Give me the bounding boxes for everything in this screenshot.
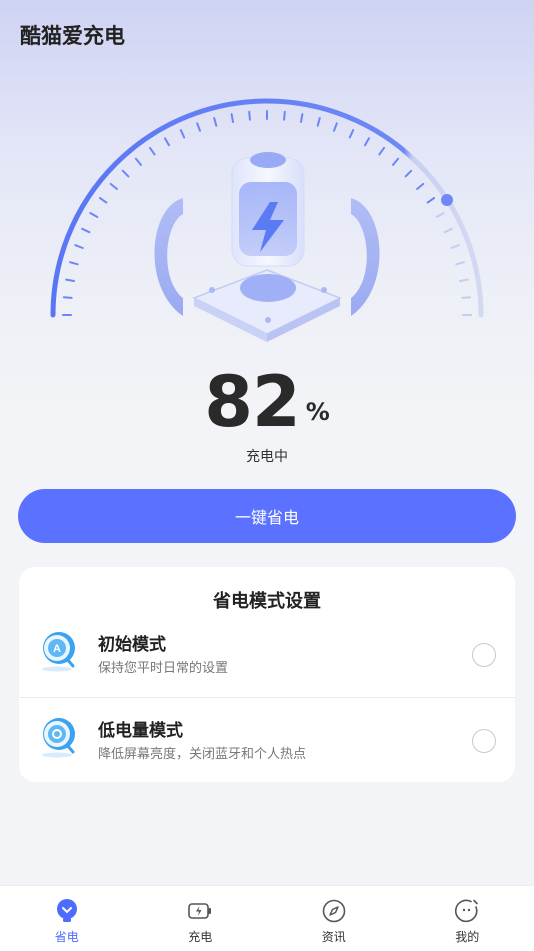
one-click-save-button[interactable]: 一键省电 [18, 489, 516, 543]
gauge-tick [121, 169, 130, 178]
gauge-tick [196, 122, 201, 132]
charging-status: 充电中 [246, 449, 288, 465]
bulb-icon [56, 899, 77, 922]
gauge-tick [149, 146, 156, 156]
battery-charge-icon [188, 903, 212, 919]
battery-gauge [50, 98, 484, 342]
gauge-tick [426, 197, 436, 204]
gauge-tick [98, 197, 108, 204]
gauge-tick [348, 129, 355, 139]
low-power-mode-icon [42, 718, 75, 758]
gauge-tick [333, 122, 338, 132]
gauge-tick [109, 182, 118, 190]
gauge-tick [62, 296, 73, 299]
battery-illustration [154, 152, 380, 342]
mode-name: 初始模式 [98, 635, 166, 655]
gauge-tick [404, 169, 413, 178]
gauge-tick [435, 212, 445, 218]
gauge-tick [89, 212, 99, 218]
gauge-tick [65, 278, 75, 282]
card-title: 省电模式设置 [213, 591, 321, 612]
gauge-tick [461, 296, 472, 299]
gauge-tick [134, 157, 142, 166]
gauge-tick [179, 129, 186, 139]
gauge-tick [164, 137, 170, 147]
gauge-tick [248, 110, 251, 121]
gauge-tick [392, 157, 400, 166]
gauge-tick [378, 146, 385, 156]
tab-save-power[interactable]: 省电 [0, 886, 134, 951]
mode-name: 低电量模式 [98, 721, 183, 741]
mode-row-low-power[interactable]: 低电量模式 降低屏幕亮度，关闭蓝牙和个人热点 [19, 697, 515, 781]
tab-label: 充电 [188, 930, 213, 944]
gauge-tick [316, 117, 321, 127]
gauge-tick [213, 117, 218, 127]
bottom-tab-bar: 省电 充电 资讯 我的 [0, 885, 534, 951]
gauge-tick [455, 261, 465, 266]
power-mode-card: 省电模式设置 A 初始模式 保持您平时日常的设置 低电量模式 降低屏幕亮度，关闭… [19, 567, 515, 782]
initial-mode-icon: A [42, 632, 75, 672]
gauge-tick [81, 227, 91, 234]
tab-label: 省电 [54, 930, 79, 944]
tab-mine[interactable]: 我的 [401, 886, 534, 951]
svg-text:A: A [53, 643, 61, 655]
tab-news[interactable]: 资讯 [267, 886, 401, 951]
tab-label: 我的 [455, 930, 480, 944]
percent-unit: % [305, 398, 330, 426]
mode-row-initial[interactable]: A 初始模式 保持您平时日常的设置 [19, 611, 515, 695]
mode-radio-low-power[interactable] [472, 729, 496, 753]
gauge-tick [74, 244, 84, 249]
gauge-tick [443, 227, 453, 234]
tab-label: 资讯 [321, 930, 346, 944]
gauge-tick [364, 137, 370, 147]
battery-percent: 82 [204, 361, 300, 443]
gauge-tick [230, 113, 234, 123]
gauge-tick [300, 113, 304, 123]
mode-description: 降低屏幕亮度，关闭蓝牙和个人热点 [98, 747, 307, 762]
gauge-tick [416, 182, 425, 190]
gauge-tick [450, 244, 460, 249]
gauge-tick [283, 110, 286, 121]
compass-icon [322, 899, 346, 923]
mode-description: 保持您平时日常的设置 [98, 661, 229, 676]
app-title: 酷猫爱充电 [20, 24, 125, 48]
face-icon [455, 899, 479, 923]
gauge-tick [459, 278, 469, 282]
gauge-tick [69, 261, 79, 266]
battery-percent-display: 82% [0, 362, 534, 442]
tab-charge[interactable]: 充电 [134, 886, 268, 951]
mode-radio-initial[interactable] [472, 643, 496, 667]
